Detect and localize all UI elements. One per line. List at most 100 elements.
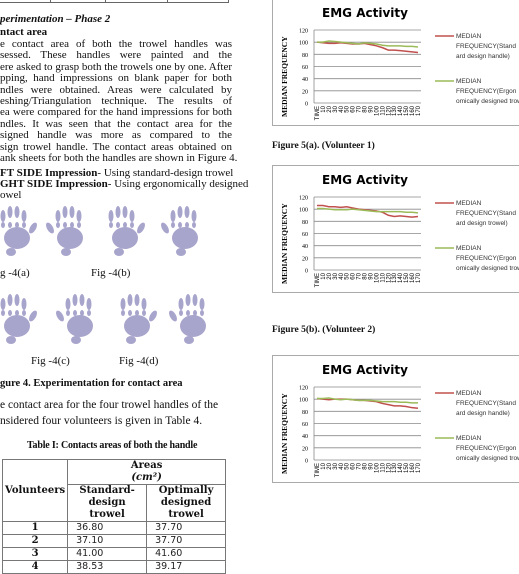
- heel-mark: [61, 248, 71, 256]
- finger-mark: [8, 222, 12, 228]
- y-tick-label: 60: [302, 65, 308, 71]
- chart-title: EMG Activity: [322, 173, 408, 187]
- handprint: [120, 294, 157, 344]
- x-tick-label: 170: [416, 272, 422, 283]
- finger-mark: [178, 222, 182, 228]
- emg-chart-volunteer-2: EMG Activity MEDIAN FREQUENCY 0 20 40 60 80 100…: [272, 165, 519, 293]
- y-axis-label: MEDIAN FREQUENCY: [280, 393, 289, 474]
- finger-mark: [87, 310, 91, 316]
- header-areas: Areas (cm²): [67, 459, 227, 485]
- y-axis-label: MEDIAN FREQUENCY: [280, 36, 289, 117]
- finger-mark: [122, 206, 128, 218]
- finger-mark: [63, 222, 67, 228]
- fig-label-c: Fig -4(c): [31, 355, 70, 367]
- finger-mark: [191, 210, 197, 222]
- finger-mark: [123, 222, 127, 228]
- y-tick-label: 0: [305, 459, 308, 465]
- heel-mark: [71, 336, 81, 344]
- legend-label: MEDIAN FREQUENCY(Stand ard design trowel): [456, 200, 516, 227]
- handprint: [56, 294, 93, 344]
- y-tick-label: 40: [302, 244, 308, 250]
- finger-mark: [86, 298, 92, 310]
- palm-mark: [172, 227, 198, 249]
- finger-mark: [80, 310, 84, 316]
- y-tick-label: 20: [302, 446, 308, 452]
- section-heading: perimentation – Phase 2: [0, 13, 111, 25]
- paragraph-line: signed handle was more as compared to th…: [0, 129, 232, 142]
- finger-mark: [72, 294, 78, 306]
- finger-mark: [121, 310, 125, 316]
- finger-mark: [185, 222, 189, 228]
- finger-mark: [192, 294, 198, 306]
- finger-mark: [200, 310, 204, 316]
- y-tick-label: 40: [302, 434, 308, 440]
- chart-title: EMG Activity: [322, 6, 408, 20]
- y-tick-label: 120: [299, 196, 308, 202]
- x-tick-label: 170: [416, 462, 422, 473]
- figure5b-caption: Figure 5(b). (Volunteer 2): [272, 325, 376, 335]
- thumb-mark: [29, 310, 37, 322]
- emg-chart-volunteer-1: EMG Activity MEDIAN FREQUENCY 0 20 40 60 80 100…: [272, 0, 519, 126]
- finger-mark: [21, 210, 27, 222]
- paragraph-line: ere asked to grasp both the trowels one …: [0, 60, 232, 73]
- palm-mark: [4, 315, 30, 337]
- finger-mark: [185, 294, 191, 306]
- finger-mark: [14, 294, 20, 306]
- finger-mark: [69, 206, 75, 218]
- finger-mark: [171, 222, 175, 228]
- y-tick-label: 0: [305, 102, 308, 108]
- legend-label: MEDIAN FREQUENCY(Ergon omically designed t…: [456, 435, 519, 462]
- finger-mark: [0, 298, 6, 310]
- subheading: ntact area: [0, 26, 48, 38]
- legend-label: MEDIAN FREQUENCY(Ergon omically designed t…: [456, 245, 519, 272]
- x-tick-label: 170: [416, 105, 422, 116]
- y-tick-label: 120: [299, 29, 308, 35]
- palm-mark: [57, 227, 83, 249]
- thumb-mark: [169, 310, 177, 322]
- finger-mark: [120, 298, 126, 310]
- finger-mark: [142, 310, 146, 316]
- figure5a-caption: Figure 5(a). (Volunteer 1): [272, 141, 375, 151]
- y-tick-label: 60: [302, 232, 308, 238]
- paragraph-line: sessed. These handles were painted and t…: [0, 49, 232, 62]
- paragraph-line: ea were compared for the hand impression…: [0, 106, 232, 119]
- finger-mark: [1, 310, 5, 316]
- paragraph-line: eshing/Triangulation technique. The resu…: [0, 95, 232, 107]
- finger-mark: [77, 222, 81, 228]
- finger-mark: [134, 294, 140, 306]
- finger-mark: [76, 210, 82, 222]
- finger-mark: [184, 206, 190, 218]
- legend-label: MEDIAN FREQUENCY(Stand ard design handle): [456, 390, 516, 417]
- paragraph-line: ndles were obtained. Areas were calculat…: [0, 83, 232, 96]
- palm-mark: [124, 315, 150, 337]
- finger-mark: [199, 298, 205, 310]
- header-standard: Standard-design trowel: [67, 484, 148, 522]
- figure4-caption: gure 4. Experimentation for contact area: [0, 378, 183, 389]
- finger-mark: [66, 310, 70, 316]
- finger-mark: [127, 294, 133, 306]
- finger-mark: [56, 222, 60, 228]
- y-tick-label: 100: [299, 208, 308, 214]
- y-tick-label: 80: [302, 53, 308, 59]
- palm-mark: [4, 227, 30, 249]
- table-row: 3 41.00 41.60: [1, 547, 227, 561]
- table-row: 4 38.53 39.17: [1, 560, 227, 574]
- palm-mark: [180, 315, 206, 337]
- handprint: [0, 294, 37, 344]
- palm-mark: [67, 315, 93, 337]
- heel-mark: [114, 248, 124, 256]
- paragraph-line: e contact area of both the trowel handle…: [0, 38, 232, 50]
- finger-mark: [141, 298, 147, 310]
- finger-mark: [135, 310, 139, 316]
- fig-label-b: Fig -4(b): [91, 267, 131, 279]
- finger-mark: [178, 298, 184, 310]
- finger-mark: [55, 210, 61, 222]
- finger-mark: [21, 298, 27, 310]
- finger-mark: [15, 222, 19, 228]
- finger-mark: [7, 294, 13, 306]
- emg-chart-svg: EMG Activity MEDIAN FREQUENCY 0 20 40 60 80 100…: [280, 6, 519, 120]
- finger-mark: [14, 206, 20, 218]
- fig-label-a: g -4(a): [0, 267, 30, 279]
- finger-mark: [193, 310, 197, 316]
- thumb-mark: [137, 222, 145, 234]
